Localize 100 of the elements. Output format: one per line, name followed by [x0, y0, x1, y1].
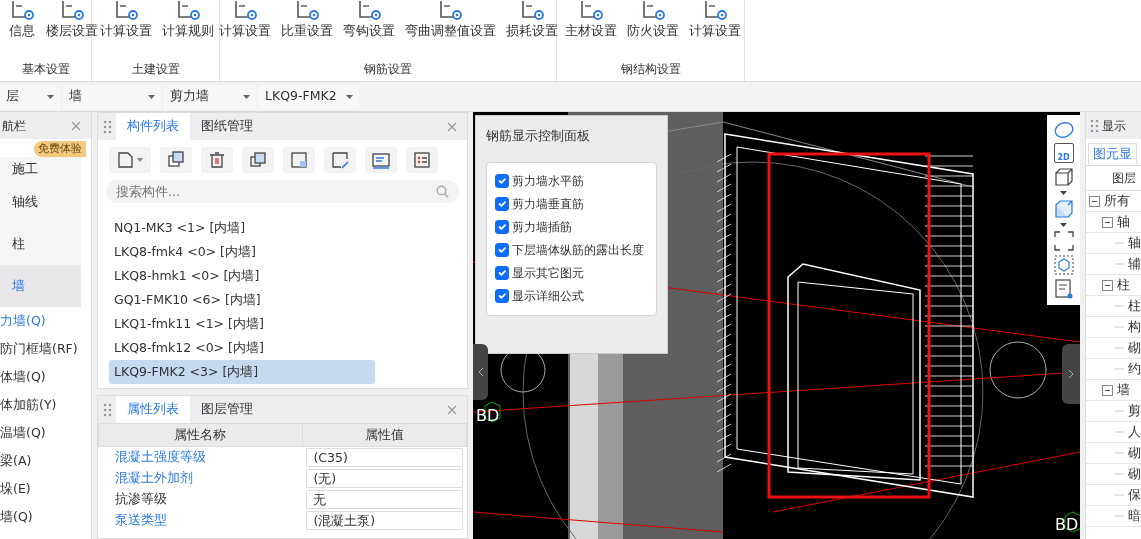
- caret-icon: [148, 94, 155, 99]
- option-label: 显示详细公式: [512, 288, 584, 305]
- ribbon-button[interactable]: 比重设置: [276, 0, 337, 60]
- tree-item[interactable]: 人: [1128, 422, 1141, 442]
- ribbon-button[interactable]: 防火设置: [623, 0, 683, 60]
- property-name[interactable]: 混凝土外加剂: [114, 470, 193, 486]
- option-label: 显示其它图元: [512, 265, 584, 282]
- tree-item[interactable]: 轴: [1117, 212, 1130, 232]
- list-button[interactable]: [406, 147, 438, 173]
- option-label: 剪力墙垂直筋: [512, 196, 584, 213]
- grid-axis-label: BD: [1055, 515, 1079, 534]
- checklist-icon: [412, 150, 432, 170]
- orbit-icon: [1052, 121, 1075, 139]
- search-icon: [436, 185, 449, 198]
- document-eye-icon: [1053, 279, 1074, 299]
- checkbox[interactable]: [495, 289, 509, 303]
- save-button[interactable]: [283, 147, 315, 173]
- option-label: 剪力墙插筋: [512, 219, 572, 236]
- ribbon-button[interactable]: 计算设置: [685, 0, 745, 60]
- nav-item[interactable]: 墙: [0, 265, 81, 307]
- checkbox[interactable]: [495, 174, 509, 188]
- document-icon: [116, 150, 136, 170]
- duplicate-button[interactable]: [242, 147, 274, 173]
- tree-item[interactable]: 构: [1128, 317, 1141, 337]
- component-item[interactable]: LKQ1-fmk11 <1> [内墙]: [109, 312, 375, 336]
- tree-item[interactable]: 所有: [1104, 191, 1130, 211]
- component-item[interactable]: LKQ8-fmk12 <0> [内墙]: [109, 336, 375, 360]
- column-header: 图层: [1086, 166, 1141, 191]
- frame-pencil-icon: [330, 150, 350, 170]
- collapse-icon[interactable]: [1102, 384, 1113, 396]
- panel-title: 显示: [1102, 117, 1126, 135]
- caret-icon: [1060, 191, 1067, 195]
- component-item[interactable]: LKQ8-fmk4 <0> [内墙]: [109, 240, 375, 264]
- tree-item[interactable]: 砌: [1128, 338, 1141, 358]
- property-value-field[interactable]: (混凝土泵): [306, 511, 463, 530]
- tree-item[interactable]: 砌: [1128, 464, 1141, 484]
- ribbon-button[interactable]: 弯曲调整值设置: [400, 0, 500, 60]
- checkbox[interactable]: [495, 220, 509, 234]
- tree-item[interactable]: 保: [1128, 485, 1141, 505]
- checkbox[interactable]: [495, 197, 509, 211]
- search-field[interactable]: 搜索构件...: [106, 180, 459, 203]
- ribbon-button[interactable]: 损耗设置: [501, 0, 562, 60]
- component-item[interactable]: NQ1-MK3 <1> [内墙]: [109, 216, 375, 240]
- component-item[interactable]: LKQ9-FMK2 <3> [内墙]: [109, 360, 375, 384]
- dashed-cube-icon: [1053, 255, 1074, 275]
- option-label: 剪力墙水平筋: [512, 173, 584, 190]
- trash-icon: [207, 150, 227, 170]
- grid-axis-label: BD: [476, 406, 500, 425]
- tree-item[interactable]: 辅: [1128, 254, 1141, 274]
- nav-item[interactable]: 施工: [0, 157, 81, 181]
- collapse-handle[interactable]: [1062, 344, 1080, 404]
- collapse-icon[interactable]: [1089, 195, 1100, 207]
- tree-item[interactable]: 柱: [1117, 275, 1130, 295]
- dropdown[interactable]: 层: [0, 84, 60, 109]
- ribbon-button[interactable]: 主材设置: [561, 0, 621, 60]
- panel-tab[interactable]: 构件列表: [116, 113, 190, 140]
- copy-button[interactable]: [160, 147, 192, 173]
- caret-icon: [1060, 223, 1067, 227]
- nav-item[interactable]: 柱: [0, 223, 81, 265]
- text-button[interactable]: [365, 147, 397, 173]
- frame-icon: [289, 150, 309, 170]
- property-value-field[interactable]: (C35): [306, 448, 463, 467]
- delete-button[interactable]: [201, 147, 233, 173]
- caret-icon: [243, 94, 250, 99]
- property-name[interactable]: 泵送类型: [114, 512, 167, 528]
- panel-tab[interactable]: 图元显: [1088, 143, 1137, 165]
- ribbon-group-label: 钢筋设置: [363, 61, 413, 78]
- property-value-field[interactable]: (无): [306, 469, 463, 488]
- checkbox[interactable]: [495, 266, 509, 280]
- tree-item[interactable]: 轴: [1128, 233, 1141, 253]
- tree-item[interactable]: 暗: [1128, 506, 1141, 526]
- property-name[interactable]: 混凝土强度等级: [114, 449, 206, 465]
- tree-item[interactable]: 柱: [1128, 296, 1141, 316]
- panel-title: 钢筋显示控制面板: [486, 127, 591, 145]
- collapse-handle[interactable]: [473, 344, 488, 400]
- dropdown[interactable]: LKQ9-FMK2: [259, 84, 359, 109]
- panel-tab[interactable]: 图纸管理: [190, 113, 264, 140]
- dropdown[interactable]: 墙: [63, 84, 161, 109]
- column-header: 属性名称: [98, 423, 303, 447]
- edit-button[interactable]: [324, 147, 356, 173]
- checkbox[interactable]: [495, 243, 509, 257]
- ribbon-button[interactable]: 信息: [4, 0, 40, 60]
- panel-tab[interactable]: 图层管理: [190, 396, 264, 423]
- caret-icon: [136, 158, 144, 162]
- panel-tab[interactable]: 属性列表: [116, 396, 190, 423]
- tree-item[interactable]: 剪: [1128, 401, 1141, 421]
- property-value-field[interactable]: 无: [306, 490, 463, 509]
- component-item[interactable]: GQ1-FMK10 <6> [内墙]: [109, 288, 375, 312]
- component-item[interactable]: LKQ8-hmk1 <0> [内墙]: [109, 264, 375, 288]
- tree-item[interactable]: 砌: [1128, 443, 1141, 463]
- collapse-icon[interactable]: [1102, 279, 1113, 291]
- ribbon-button[interactable]: 弯钩设置: [338, 0, 399, 60]
- new-button[interactable]: [109, 147, 151, 173]
- collapse-icon[interactable]: [1102, 216, 1113, 228]
- ribbon-button[interactable]: 计算设置: [96, 0, 156, 60]
- dropdown[interactable]: 剪力墙: [164, 84, 256, 109]
- tree-item[interactable]: 墙: [1117, 380, 1130, 400]
- view-2d-button[interactable]: 2D: [1053, 143, 1074, 163]
- nav-item[interactable]: 轴线: [0, 181, 81, 223]
- tree-item[interactable]: 约: [1128, 359, 1141, 379]
